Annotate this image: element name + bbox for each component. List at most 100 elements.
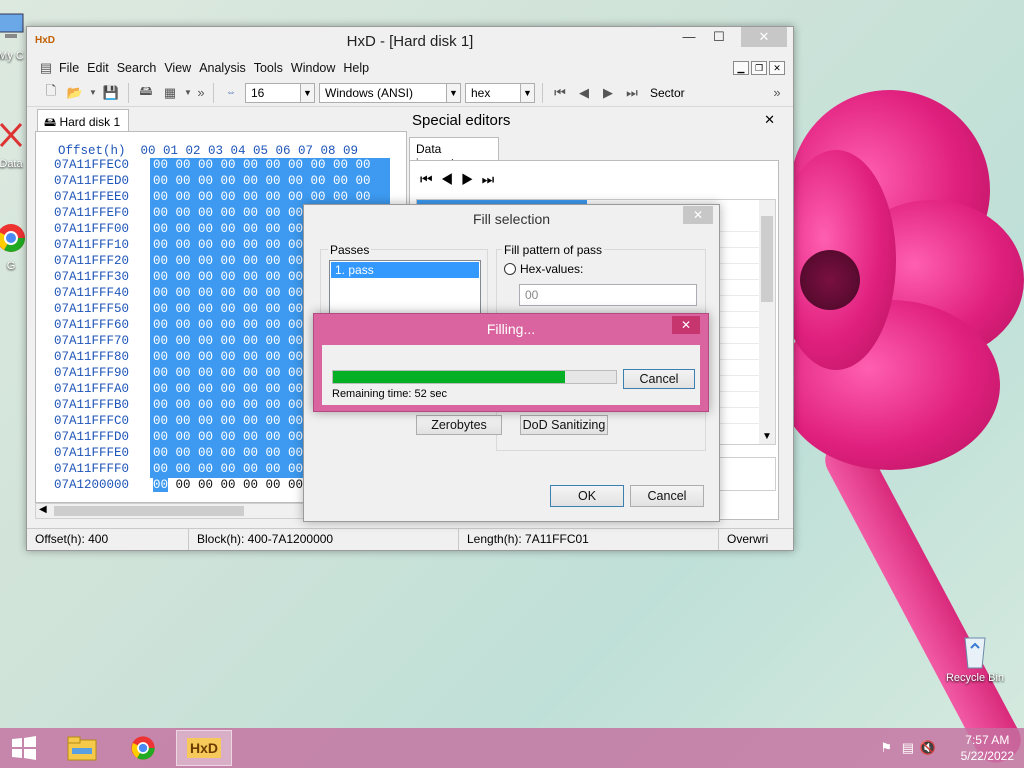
action-center-flag-icon[interactable]: ⚑ xyxy=(880,740,892,756)
prev-sector-icon[interactable]: ◀ xyxy=(574,84,594,102)
next-sector-icon[interactable]: ▶ xyxy=(598,84,618,102)
recycle-bin-icon xyxy=(964,637,986,669)
scroll-left-icon[interactable]: ◀ xyxy=(39,504,47,515)
menu-analysis[interactable]: Analysis xyxy=(195,61,250,75)
hex-row-offset: 07A11FFFE0 xyxy=(54,446,130,460)
filling-progress-dialog: Filling... ✕ Remaining time: 52 sec Canc… xyxy=(313,313,709,412)
display-combo[interactable]: hex ▼ xyxy=(465,82,535,103)
dod-sanitizing-button[interactable]: DoD Sanitizing xyxy=(520,415,608,435)
desktop-icon-label: My C xyxy=(0,50,24,62)
selected-byte[interactable]: 00 xyxy=(153,478,169,492)
new-file-icon[interactable]: 🗋 xyxy=(41,83,61,102)
desktop-icon-label: Recycle Bin xyxy=(945,672,1005,684)
menu-window[interactable]: Window xyxy=(287,61,339,75)
progress-cancel-button[interactable]: Cancel xyxy=(623,369,695,389)
chevron-down-icon: ▼ xyxy=(300,83,314,102)
menu-edit[interactable]: Edit xyxy=(83,61,113,75)
scrollbar-thumb[interactable] xyxy=(761,216,773,302)
hex-row-offset: 07A11FFED0 xyxy=(54,174,130,188)
hex-row[interactable]: 07A11FFED0 00 00 00 00 00 00 00 00 00 00 xyxy=(36,174,406,190)
menu-file[interactable]: File xyxy=(55,61,83,75)
toolbar: 🗋 📂 ▼ 💾 🖴 ▦ ▼ » ⇔ 16 ▼ Windows (ANSI) ▼ … xyxy=(27,79,793,107)
tab-hard-disk-1[interactable]: 🖴 Hard disk 1 xyxy=(37,109,129,131)
vertical-scrollbar[interactable]: ▼ xyxy=(759,200,775,444)
volume-muted-icon[interactable]: 🔇 xyxy=(920,740,936,756)
cancel-button[interactable]: Cancel xyxy=(630,485,704,507)
toolbar-overflow-icon[interactable]: » xyxy=(767,84,787,102)
hex-row-offset: 07A11FFF10 xyxy=(54,238,130,252)
display-value: hex xyxy=(471,85,491,100)
hex-row-offset: 07A11FFF70 xyxy=(54,334,130,348)
columns-icon: ⇔ xyxy=(226,87,236,98)
dropdown-arrow-icon[interactable]: ▼ xyxy=(89,84,97,102)
remaining-time: Remaining time: 52 sec xyxy=(332,388,447,400)
desktop-icon-recycle-bin[interactable]: Recycle Bin xyxy=(940,632,1010,684)
clock-date: 5/22/2022 xyxy=(960,749,1014,763)
status-block: Block(h): 400-7A1200000 xyxy=(189,529,459,550)
passes-list[interactable]: 1. pass xyxy=(329,260,481,316)
scroll-down-icon[interactable]: ▼ xyxy=(762,431,772,442)
next-icon[interactable]: ▶ xyxy=(461,171,482,187)
chrome-icon xyxy=(0,224,25,252)
close-button[interactable]: ✕ xyxy=(741,27,787,47)
progress-close-button[interactable]: ✕ xyxy=(672,316,700,334)
prev-icon[interactable]: ◀ xyxy=(441,171,462,187)
mdi-close-button[interactable]: ✕ xyxy=(769,61,785,75)
save-icon[interactable]: 💾 xyxy=(101,84,121,102)
taskbar-chrome[interactable] xyxy=(115,730,171,766)
clock[interactable]: 7:57 AM 5/22/2022 xyxy=(961,732,1014,764)
flower-center xyxy=(800,250,860,310)
hex-row[interactable]: 07A11FFEC0 00 00 00 00 00 00 00 00 00 00 xyxy=(36,158,406,174)
title-bar[interactable]: HxD HxD - [Hard disk 1] — ☐ ✕ xyxy=(27,27,793,57)
menu-help[interactable]: Help xyxy=(339,61,373,75)
dialog-close-button[interactable]: ✕ xyxy=(683,206,713,224)
start-button[interactable] xyxy=(0,730,48,766)
first-sector-icon[interactable]: ⏮ xyxy=(550,84,570,102)
menu-tools[interactable]: Tools xyxy=(250,61,287,75)
columns-combo[interactable]: 16 ▼ xyxy=(245,82,315,103)
charset-combo[interactable]: Windows (ANSI) ▼ xyxy=(319,82,461,103)
flower-stem xyxy=(818,430,1024,768)
hex-row-offset: 07A11FFFF0 xyxy=(54,462,130,476)
tab-data-inspector[interactable]: Data inspector xyxy=(409,137,499,170)
menu-search[interactable]: Search xyxy=(113,61,161,75)
hex-row-offset: 07A1200000 xyxy=(54,478,130,492)
ok-button[interactable]: OK xyxy=(550,485,624,507)
mdi-minimize-button[interactable]: ▁ xyxy=(733,61,749,75)
minimize-button[interactable]: — xyxy=(675,27,703,47)
hex-row-bytes[interactable]: 00 00 00 00 00 00 00 00 00 00 xyxy=(150,174,390,190)
taskbar-hxd[interactable]: HxD xyxy=(176,730,232,766)
hex-row-offset: 07A11FFF00 xyxy=(54,222,130,236)
open-disk-icon[interactable]: 🖴 xyxy=(136,83,156,102)
hex-row-offset: 07A11FFEC0 xyxy=(54,158,130,172)
special-editors-close-button[interactable]: ✕ xyxy=(764,112,775,128)
zerobytes-button[interactable]: Zerobytes xyxy=(416,415,502,435)
mdi-doc-icon[interactable]: ▤ xyxy=(37,59,55,77)
open-folder-icon[interactable]: 📂 xyxy=(65,84,85,102)
menu-view[interactable]: View xyxy=(160,61,195,75)
chevron-down-icon: ▼ xyxy=(446,83,460,102)
first-icon[interactable]: ⏮ xyxy=(420,171,441,187)
mdi-restore-button[interactable]: ❐ xyxy=(751,61,767,75)
disk-icon: 🖴 xyxy=(44,115,57,129)
hex-values-input[interactable]: 00 xyxy=(519,284,697,306)
desktop-icon-label: G xyxy=(6,260,16,272)
taskbar: HxD ⚑ ▤ 🔇 7:57 AM 5/22/2022 xyxy=(0,728,1024,768)
network-icon[interactable]: ▤ xyxy=(902,740,914,756)
radio-icon[interactable] xyxy=(504,263,516,275)
last-sector-icon[interactable]: ⏭ xyxy=(622,84,642,102)
menu-bar: ▤ File Edit Search View Analysis Tools W… xyxy=(27,57,793,79)
hex-values-option[interactable]: Hex-values: xyxy=(504,262,583,276)
taskbar-file-explorer[interactable] xyxy=(54,730,110,766)
hex-row-bytes[interactable]: 00 00 00 00 00 00 00 00 00 00 xyxy=(150,158,390,174)
last-icon[interactable]: ⏭ xyxy=(482,171,503,187)
special-editors-title: Special editors xyxy=(412,112,511,129)
special-editors-header: Special editors ✕ xyxy=(409,109,785,133)
toolbar-overflow-icon[interactable]: » xyxy=(196,84,206,102)
scrollbar-thumb[interactable] xyxy=(54,506,244,516)
open-ram-icon[interactable]: ▦ xyxy=(160,84,180,102)
dropdown-arrow-icon[interactable]: ▼ xyxy=(184,84,192,102)
pass-item[interactable]: 1. pass xyxy=(331,262,479,278)
computer-icon xyxy=(0,13,24,38)
maximize-button[interactable]: ☐ xyxy=(705,27,733,47)
